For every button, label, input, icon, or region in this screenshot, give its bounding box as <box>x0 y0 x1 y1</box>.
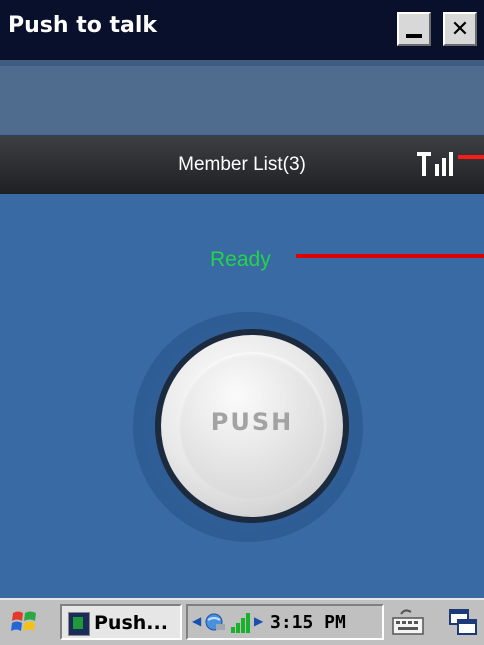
minimize-button[interactable] <box>397 12 431 46</box>
push-button-face[interactable]: PUSH <box>178 352 326 500</box>
tray-right-arrow-icon[interactable]: ▶ <box>254 614 263 628</box>
taskbar-task-label: Push... <box>94 612 168 634</box>
close-icon: ✕ <box>450 16 470 42</box>
status-text: Ready <box>210 248 271 271</box>
windows-start-icon[interactable] <box>10 608 38 636</box>
callout-line-status <box>296 254 484 258</box>
member-list-header[interactable]: Member List(3) <box>0 135 484 194</box>
push-button-label: PUSH <box>210 408 294 436</box>
callout-line-signal <box>458 155 484 159</box>
network-icon[interactable] <box>204 612 226 632</box>
system-tray: ◀ ▶ 3:15 PM <box>186 604 384 640</box>
top-band <box>0 66 484 134</box>
close-button[interactable]: ✕ <box>443 12 477 46</box>
window-title: Push to talk <box>8 13 158 38</box>
taskbar-task-push[interactable]: Push... <box>60 604 182 640</box>
title-bar: Push to talk ✕ <box>0 0 484 60</box>
clock[interactable]: 3:15 PM <box>270 612 346 633</box>
taskbar: Push... ◀ ▶ 3:15 PM <box>0 598 484 645</box>
minimize-icon <box>406 34 422 38</box>
member-list-label: Member List(3) <box>178 154 306 175</box>
signal-strength-icon <box>417 152 453 176</box>
window-switcher-icon[interactable] <box>448 608 478 636</box>
app-icon <box>68 612 90 636</box>
signal-bars-icon[interactable] <box>230 612 252 634</box>
keyboard-icon[interactable] <box>391 608 425 636</box>
tray-left-arrow-icon[interactable]: ◀ <box>192 614 201 628</box>
